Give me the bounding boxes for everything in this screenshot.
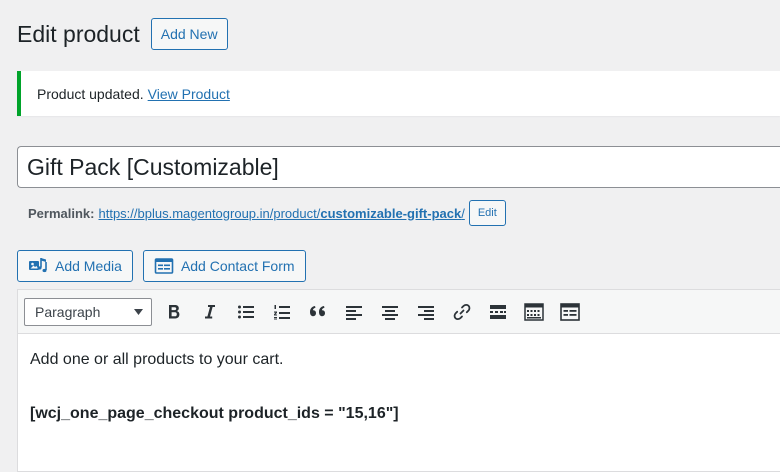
align-right-button[interactable] (412, 298, 440, 326)
format-select[interactable]: Paragraph (24, 297, 152, 326)
view-product-link[interactable]: View Product (148, 86, 230, 102)
read-more-icon (490, 304, 506, 319)
toolbar-toggle-button[interactable] (520, 298, 548, 326)
bulleted-list-button[interactable] (232, 298, 260, 326)
permalink-edit-button[interactable]: Edit (468, 200, 506, 226)
read-more-button[interactable] (484, 298, 512, 326)
add-media-icon (29, 258, 47, 273)
content-line: Add one or all products to your cart. (30, 351, 284, 368)
italic-icon (205, 304, 215, 318)
bold-icon (169, 304, 180, 318)
permalink-url-link[interactable]: https://bplus.magentogroup.in/product/cu… (98, 206, 464, 221)
align-left-icon (346, 305, 362, 320)
add-contact-form-label: Add Contact Form (180, 258, 295, 274)
align-left-button[interactable] (340, 298, 368, 326)
add-media-button[interactable]: Add Media (17, 250, 133, 282)
align-center-button[interactable] (376, 298, 404, 326)
permalink-slug: customizable-gift-pack (320, 205, 462, 221)
italic-button[interactable] (196, 298, 224, 326)
numbered-list-icon (274, 304, 290, 319)
media-buttons: Add Media Add Contact Form (17, 250, 306, 282)
chevron-down-icon (134, 308, 143, 315)
permalink-row: Permalink: https://bplus.magentogroup.in… (28, 200, 506, 226)
content-editor: Paragraph Add one or all products to you… (17, 289, 780, 472)
format-select-value: Paragraph (35, 303, 101, 320)
notice-message: Product updated. (37, 85, 144, 102)
permalink-url-suffix: / (461, 205, 465, 221)
permalink-label: Permalink: (28, 205, 95, 221)
add-contact-form-button[interactable]: Add Contact Form (142, 250, 306, 282)
blockquote-icon (310, 305, 325, 316)
product-title-input[interactable]: Gift Pack [Customizable] (17, 146, 780, 188)
insert-link-icon (453, 303, 471, 320)
align-center-icon (382, 305, 398, 320)
editor-toolbar: Paragraph (18, 290, 780, 334)
bold-button[interactable] (160, 298, 188, 326)
toolbar-toggle-icon (524, 302, 544, 321)
editor-content[interactable]: Add one or all products to your cart. [w… (18, 334, 780, 424)
contact-form-icon (154, 258, 174, 274)
add-media-label: Add Media (55, 258, 122, 274)
insert-link-button[interactable] (448, 298, 476, 326)
blockquote-button[interactable] (304, 298, 332, 326)
form-icon (560, 302, 580, 321)
numbered-list-button[interactable] (268, 298, 296, 326)
success-notice: Product updated. View Product (17, 71, 780, 116)
add-new-button[interactable]: Add New (150, 18, 228, 50)
form-button[interactable] (556, 298, 584, 326)
shortcode-line: [wcj_one_page_checkout product_ids = "15… (30, 405, 399, 422)
bulleted-list-icon (238, 305, 254, 318)
permalink-url-base: https://bplus.magentogroup.in/product/ (98, 205, 321, 221)
page-title: Edit product (17, 20, 140, 47)
edit-product-page: Edit product Add New Product updated. Vi… (0, 0, 780, 472)
page-header: Edit product Add New (17, 17, 228, 51)
align-right-icon (418, 305, 434, 320)
